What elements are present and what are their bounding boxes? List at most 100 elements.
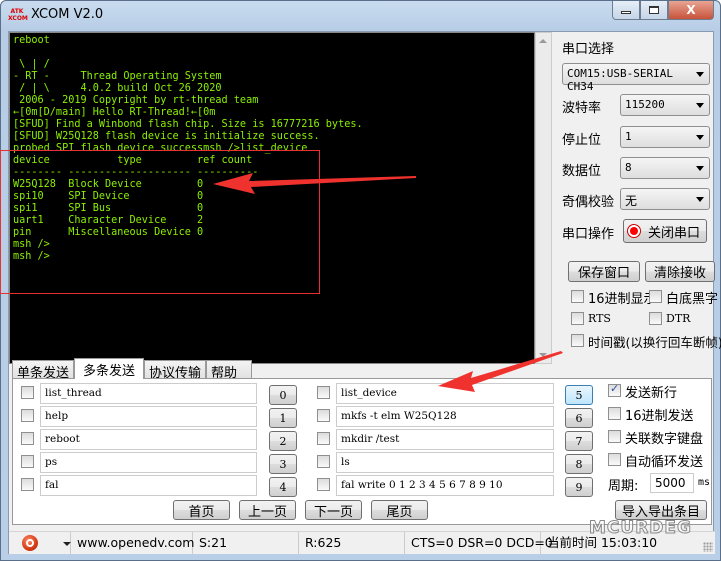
terminal-line: 2006 - 2019 Copyright by rt-thread team	[13, 95, 259, 106]
timestamp-checkbox[interactable]	[571, 334, 584, 347]
send-item-input-1[interactable]: help	[40, 406, 257, 427]
clear-receive-button[interactable]: 清除接收	[645, 261, 715, 282]
send-newline-checkbox[interactable]	[608, 382, 621, 397]
send-item-checkbox-6[interactable]	[317, 409, 330, 422]
terminal-line: ←[0m[D/main] Hello RT-Thread!←[0m	[13, 107, 216, 118]
sent-count: S:21	[193, 532, 299, 555]
chevron-down-icon	[696, 72, 704, 77]
send-item-button-5[interactable]: 5	[565, 385, 593, 405]
status-menu-cell[interactable]	[9, 532, 71, 555]
next-page-button[interactable]: 下一页	[305, 500, 362, 520]
resize-grip-icon[interactable]	[703, 542, 713, 552]
send-item-checkbox-0[interactable]	[21, 386, 34, 399]
last-page-button[interactable]: 尾页	[371, 500, 428, 520]
send-item-input-0[interactable]: list_thread	[40, 383, 257, 404]
send-item-checkbox-8[interactable]	[317, 455, 330, 468]
close-button[interactable]: X	[668, 1, 714, 20]
send-item-checkbox-2[interactable]	[21, 432, 34, 445]
port-label: 串口选择	[562, 42, 615, 57]
send-item-button-2[interactable]: 2	[269, 431, 297, 451]
send-item-button-8[interactable]: 8	[565, 454, 593, 474]
rts-label: RTS	[588, 312, 611, 325]
send-item-checkbox-7[interactable]	[317, 432, 330, 445]
period-input[interactable]: 5000	[650, 473, 694, 493]
chevron-down-icon	[63, 542, 71, 546]
auto-loop-label: 自动循环发送	[625, 455, 704, 470]
save-window-button[interactable]: 保存窗口	[568, 261, 640, 282]
send-item-checkbox-4[interactable]	[21, 478, 34, 491]
period-unit: ms	[698, 477, 711, 488]
multi-send-panel: 发送新行 16进制发送 关联数字键盘 自动循环发送 周期: 5000 ms 首页…	[12, 378, 712, 525]
timestamp-label: 时间戳(以换行回车断帧)	[588, 335, 721, 350]
send-item-button-3[interactable]: 3	[269, 454, 297, 474]
rts-checkbox[interactable]	[571, 312, 584, 325]
watermark: MCURDEG	[589, 518, 692, 539]
tab-help[interactable]: 帮助	[206, 360, 253, 381]
window-controls: X	[612, 1, 714, 20]
baud-select[interactable]: 115200	[620, 94, 710, 116]
send-item-button-6[interactable]: 6	[565, 408, 593, 428]
scroll-up-icon[interactable]	[539, 39, 547, 43]
data-bits-value: 8	[625, 161, 632, 174]
chevron-down-icon	[696, 135, 704, 140]
parity-value: 无	[625, 194, 638, 208]
parity-select[interactable]: 无	[620, 188, 710, 210]
received-count[interactable]: R:625	[299, 532, 405, 555]
hex-send-checkbox[interactable]	[608, 407, 621, 420]
port-select[interactable]: COM15:USB-SERIAL CH34	[562, 63, 710, 93]
send-item-input-3[interactable]: ps	[40, 452, 257, 473]
tab-single-send[interactable]: 单条发送	[12, 360, 75, 381]
close-icon: X	[686, 3, 696, 17]
link-numpad-checkbox[interactable]	[608, 430, 621, 443]
send-item-checkbox-9[interactable]	[317, 478, 330, 491]
prev-page-button[interactable]: 上一页	[239, 500, 296, 520]
scroll-down-icon[interactable]	[539, 353, 547, 357]
send-item-button-1[interactable]: 1	[269, 408, 297, 428]
close-port-button[interactable]: 关闭串口	[623, 219, 707, 243]
website-link[interactable]: www.openedv.com	[71, 532, 194, 555]
auto-loop-checkbox[interactable]	[608, 453, 621, 466]
maximize-button[interactable]	[640, 1, 668, 20]
send-item-input-2[interactable]: reboot	[40, 429, 257, 450]
stop-bits-select[interactable]: 1	[620, 126, 710, 148]
send-item-button-0[interactable]: 0	[269, 385, 297, 405]
send-item-button-9[interactable]: 9	[565, 477, 593, 497]
send-item-button-4[interactable]: 4	[269, 477, 297, 497]
send-item-input-9[interactable]: fal write 0 1 2 3 4 5 6 7 8 9 10	[336, 475, 554, 496]
data-bits-label: 数据位	[562, 164, 602, 179]
chevron-down-icon	[696, 103, 704, 108]
logo-top-text: ATK	[10, 8, 24, 15]
port-status-led-icon	[628, 225, 640, 237]
send-item-button-7[interactable]: 7	[565, 431, 593, 451]
port-value: COM15:USB-SERIAL CH34	[567, 67, 673, 93]
send-item-checkbox-5[interactable]	[317, 386, 330, 399]
send-tabs: 单条发送 多条发送 协议传输 帮助	[12, 358, 253, 381]
data-bits-select[interactable]: 8	[620, 157, 710, 179]
terminal-line: \ | /	[13, 59, 50, 70]
white-bg-checkbox[interactable]	[649, 290, 662, 303]
terminal-line: - RT - Thread Operating System	[13, 71, 222, 82]
chevron-down-icon	[696, 197, 704, 202]
send-item-input-5[interactable]: list_device	[336, 383, 554, 404]
dtr-label: DTR	[666, 312, 691, 325]
tab-multi-send[interactable]: 多条发送	[74, 358, 145, 379]
import-export-button[interactable]: 导入导出条目	[615, 500, 707, 520]
terminal-scrollbar[interactable]	[535, 32, 552, 364]
hex-send-label: 16进制发送	[625, 409, 694, 424]
hex-display-checkbox[interactable]	[571, 290, 584, 303]
terminal-line: / | \ 4.0.2 build Oct 26 2020	[13, 83, 222, 94]
terminal-line: [SFUD] Find a Winbond flash chip. Size i…	[13, 119, 363, 130]
tab-protocol[interactable]: 协议传输	[144, 360, 207, 381]
send-item-input-7[interactable]: mkdir /test	[336, 429, 554, 450]
send-item-input-4[interactable]: fal	[40, 475, 257, 496]
send-item-input-8[interactable]: ls	[336, 452, 554, 473]
send-item-checkbox-3[interactable]	[21, 455, 34, 468]
line-status: CTS=0 DSR=0 DCD=0	[405, 532, 553, 555]
send-item-checkbox-1[interactable]	[21, 409, 34, 422]
period-label: 周期:	[608, 479, 639, 494]
dtr-checkbox[interactable]	[649, 312, 662, 325]
send-item-input-6[interactable]: mkfs -t elm W25Q128	[336, 406, 554, 427]
first-page-button[interactable]: 首页	[173, 500, 230, 520]
minimize-button[interactable]	[612, 1, 640, 20]
